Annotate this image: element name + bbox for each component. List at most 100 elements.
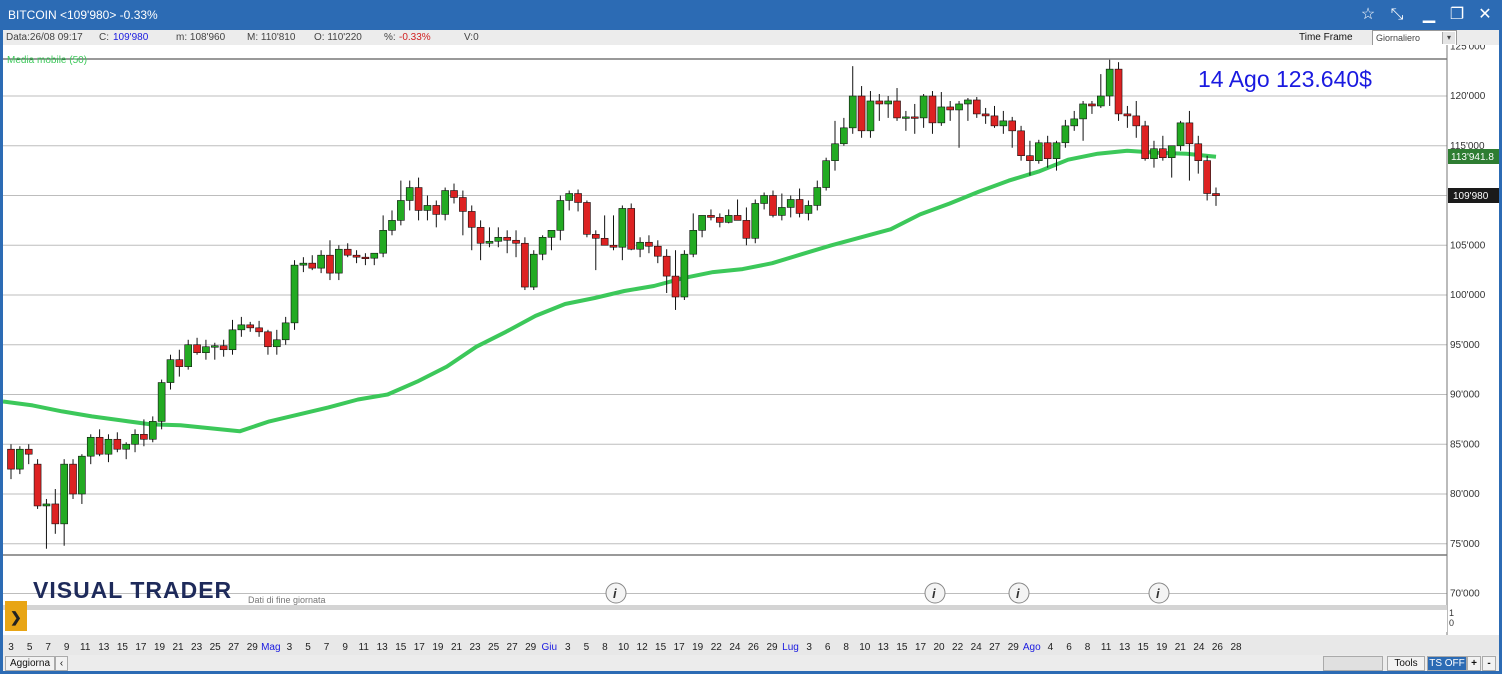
candle-down [1123, 113, 1132, 117]
candle-up [964, 99, 972, 105]
date-tick-label: 20 [933, 642, 945, 653]
date-tick-label: 23 [191, 642, 203, 653]
date-tick-label: 27 [989, 642, 1001, 653]
candle-up [290, 264, 299, 324]
bottom-bar: Aggiorna ‹ Tools TS OFF + - [3, 655, 1499, 671]
candle-down [308, 262, 317, 269]
candle-up [281, 322, 290, 341]
price-tick-label: 120'000 [1450, 91, 1486, 102]
candle-up [494, 236, 503, 242]
candle-down [255, 327, 263, 333]
info-icon[interactable]: i [1148, 582, 1170, 604]
date-tick-label: 29 [247, 642, 259, 653]
candle-up [618, 208, 627, 248]
candle-up [388, 220, 396, 231]
ts-toggle-button[interactable]: TS OFF [1427, 656, 1467, 671]
candle-down [219, 345, 228, 351]
date-tick-label: 15 [655, 642, 667, 653]
candle-down [113, 438, 122, 450]
candle-up [884, 100, 892, 105]
star-icon[interactable]: ☆ [1356, 4, 1380, 26]
candle-up [822, 160, 830, 188]
date-tick-label: 8 [1085, 642, 1091, 653]
sub-tick: 0 [1449, 618, 1454, 628]
date-tick-label: 29 [1008, 642, 1020, 653]
grid-lines [3, 95, 1447, 594]
date-tick-label: 15 [896, 642, 908, 653]
candle-up [1176, 122, 1185, 147]
date-tick-label: 19 [1156, 642, 1168, 653]
date-tick-label: 24 [729, 642, 741, 653]
candle-up [636, 241, 644, 250]
chart-area[interactable]: 125'000120'000115'000110'000105'000100'0… [2, 41, 1499, 655]
date-tick-label: 5 [584, 642, 590, 653]
candle-up [778, 207, 786, 216]
candle-up [228, 329, 237, 351]
restore-icon[interactable]: ❐ [1445, 4, 1469, 26]
candle-up [538, 236, 547, 255]
candle-down [1017, 130, 1025, 156]
candle-down [7, 448, 15, 470]
candle-up [529, 253, 538, 288]
date-tick-label: 29 [525, 642, 537, 653]
timeframe-label: Time Frame [1299, 32, 1353, 43]
zoom-scrollbar[interactable] [1323, 656, 1383, 671]
zoom-in-button[interactable]: + [1467, 656, 1481, 671]
date-tick-label: 11 [359, 642, 370, 653]
candle-up [157, 382, 166, 422]
candle-up [184, 344, 193, 367]
candle-up [1070, 118, 1079, 127]
date-tick-label: 27 [507, 642, 519, 653]
info-icon[interactable]: i [1008, 582, 1030, 604]
price-tick-label: 100'000 [1450, 290, 1486, 301]
candle-down [459, 197, 467, 212]
date-tick-label: 13 [377, 642, 389, 653]
date-tick-label: Giu [542, 642, 558, 653]
info-close-label: C: [99, 32, 109, 43]
scroll-left-icon[interactable]: ‹ [55, 656, 68, 671]
candle-up [237, 324, 246, 331]
candles [7, 59, 1220, 549]
candle-down [591, 234, 600, 239]
date-tick-label: 17 [674, 642, 686, 653]
candle-down [1212, 193, 1220, 196]
minimize-icon[interactable]: ▁ [1417, 4, 1441, 26]
date-tick-label: 24 [971, 642, 983, 653]
zoom-out-button[interactable]: - [1482, 656, 1496, 671]
date-tick-label: Lug [782, 642, 799, 653]
date-tick-label: Ago [1023, 642, 1041, 653]
candle-up [16, 448, 24, 470]
candle-up [698, 215, 706, 231]
refresh-button[interactable]: Aggiorna [5, 656, 55, 671]
date-tick-label: 26 [1212, 642, 1224, 653]
candle-up [724, 215, 733, 223]
date-tick-label: 28 [1230, 642, 1242, 653]
close-icon[interactable]: ✕ [1473, 4, 1497, 26]
panel-splitter[interactable] [3, 605, 1447, 610]
timeframe-select[interactable]: Giornaliero ▾ [1372, 30, 1457, 46]
candle-up [370, 252, 379, 259]
date-tick-label: 8 [602, 642, 608, 653]
pin-icon[interactable]: ⤡ [1385, 4, 1409, 26]
ma50-polyline [2, 148, 1217, 434]
candle-up [813, 187, 822, 206]
date-tick-label: 5 [305, 642, 311, 653]
candle-up [485, 240, 494, 244]
date-tick-label: 13 [98, 642, 110, 653]
tools-button[interactable]: Tools [1387, 656, 1425, 671]
candle-down [361, 256, 370, 259]
price-tick-label: 80'000 [1450, 489, 1480, 500]
info-icon[interactable]: i [605, 582, 627, 604]
date-tick-label: 15 [395, 642, 407, 653]
candle-up [680, 253, 689, 298]
candle-down [583, 202, 591, 235]
date-tick-label: 23 [469, 642, 481, 653]
indicator-label: Media mobile (50) [7, 55, 87, 66]
timeframe-value: Giornaliero [1376, 33, 1421, 43]
candle-down [69, 463, 77, 495]
price-chart: 125'000120'000115'000110'000105'000100'0… [2, 41, 1499, 655]
date-tick-label: 12 [637, 642, 649, 653]
info-icon[interactable]: i [924, 582, 946, 604]
date-tick-label: 25 [488, 642, 500, 653]
dropdown-arrow-icon[interactable]: ▾ [1442, 32, 1455, 44]
